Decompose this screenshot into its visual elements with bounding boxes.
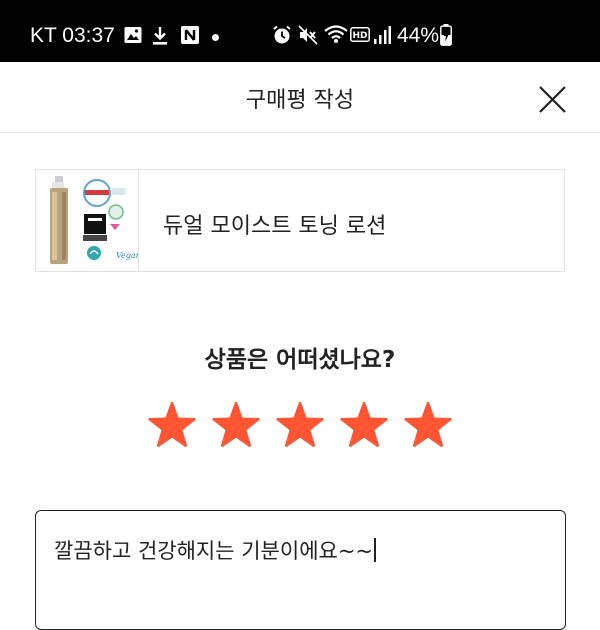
close-icon [539, 86, 566, 113]
page-title: 구매평 작성 [245, 88, 355, 113]
close-button[interactable] [530, 77, 576, 123]
battery-charging-icon [440, 24, 452, 51]
signal-icon [373, 25, 391, 50]
battery-percent: 44% [397, 24, 440, 47]
star-icon [404, 401, 452, 447]
star-icon [276, 401, 324, 447]
rating-question: 상품은 어떠셨나요? [204, 347, 396, 373]
page-header: 구매평 작성 [0, 62, 600, 133]
star-1[interactable] [148, 401, 196, 449]
svg-text:Vegan: Vegan [116, 251, 138, 260]
download-icon [152, 26, 168, 51]
star-rating [148, 401, 452, 451]
review-textarea[interactable]: 깔끔하고 건강해지는 기분이에요~~ [35, 510, 566, 630]
alarm-icon [272, 25, 292, 50]
review-text: 깔끔하고 건강해지는 기분이에요~~ [54, 539, 374, 563]
mute-icon [298, 25, 318, 50]
star-icon [148, 401, 196, 447]
wifi-icon [324, 24, 348, 49]
star-5[interactable] [404, 401, 452, 449]
image-icon [124, 26, 142, 49]
star-2[interactable] [212, 401, 260, 449]
star-4[interactable] [340, 401, 388, 449]
star-icon [212, 401, 260, 447]
carrier-time: KT 03:37 [30, 24, 115, 47]
svg-text:HD: HD [352, 31, 367, 41]
star-icon [340, 401, 388, 447]
naver-app-icon [181, 26, 199, 49]
product-card: Vegan 듀얼 모이스트 토닝 로션 [35, 169, 565, 272]
hd-icon: HD [350, 27, 370, 47]
text-cursor [374, 538, 376, 562]
star-3[interactable] [276, 401, 324, 449]
status-bar: KT 03:37 HD 44% [0, 0, 600, 62]
more-notifications-dot [212, 34, 219, 41]
product-name: 듀얼 모이스트 토닝 로션 [163, 214, 387, 239]
product-image: Vegan [36, 170, 141, 271]
